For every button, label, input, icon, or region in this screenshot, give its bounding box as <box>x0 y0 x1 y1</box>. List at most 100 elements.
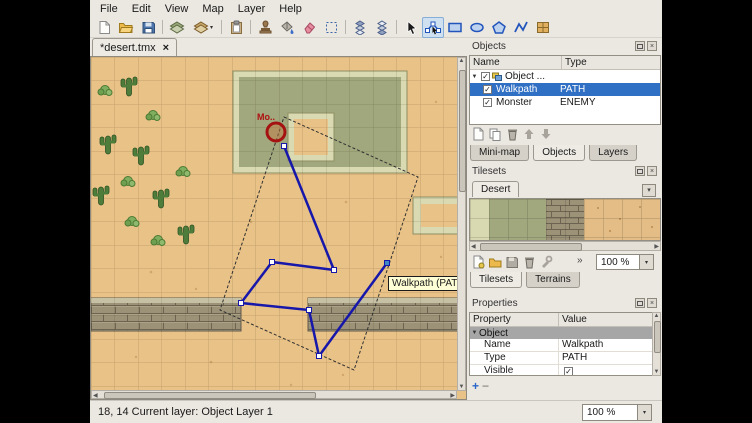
edit-polygons-tool[interactable] <box>422 17 444 38</box>
column-header-property[interactable]: Property <box>470 313 559 326</box>
insert-rectangle-tool[interactable] <box>444 17 466 38</box>
paste-button[interactable] <box>225 17 247 38</box>
document-tab[interactable]: *desert.tmx × <box>92 38 177 56</box>
zoom-value: 100 % <box>583 407 637 418</box>
float-dock-icon[interactable] <box>635 41 645 51</box>
select-objects-tool[interactable] <box>400 17 422 38</box>
property-row-type[interactable]: Type PATH <box>470 352 660 365</box>
object-row-walkpath[interactable]: ✓ Walkpath PATH <box>470 83 660 96</box>
expander-icon[interactable]: ▼ <box>470 330 479 336</box>
open-button[interactable] <box>115 17 137 38</box>
float-dock-icon[interactable] <box>635 298 645 308</box>
column-header-value[interactable]: Value <box>559 313 660 326</box>
rect-select-tool[interactable] <box>320 17 342 38</box>
eraser-tool[interactable] <box>298 17 320 38</box>
insert-tile-object-tool[interactable] <box>532 17 554 38</box>
new-map-button[interactable] <box>93 17 115 38</box>
menu-layer[interactable]: Layer <box>231 2 273 16</box>
tab-tilesets[interactable]: Tilesets <box>470 272 522 288</box>
property-group-row[interactable]: ▼ Object <box>470 327 660 339</box>
lower-object-button[interactable] <box>539 127 553 144</box>
object-type: PATH <box>560 84 660 95</box>
new-tileset-button[interactable] <box>471 255 485 272</box>
lower-layer-button[interactable] <box>371 17 393 38</box>
import-tileset-button[interactable] <box>488 255 502 272</box>
menu-file[interactable]: File <box>93 2 125 16</box>
properties-scrollbar[interactable]: ▲ ▼ <box>652 312 661 376</box>
object-row-monster[interactable]: ✓ Monster ENEMY <box>470 96 660 109</box>
tab-terrains[interactable]: Terrains <box>526 272 580 288</box>
menu-map[interactable]: Map <box>195 2 230 16</box>
tileset-horizontal-scrollbar[interactable]: ◀ ▶ <box>469 241 661 251</box>
tile-object-icon <box>535 20 551 35</box>
remove-property-button[interactable]: − <box>482 379 489 393</box>
chevron-down-icon[interactable]: ▾ <box>639 255 653 269</box>
column-header-type[interactable]: Type <box>562 56 660 69</box>
object-group-row[interactable]: ▼ ✓ Object ... <box>470 70 660 83</box>
raise-layer-button[interactable] <box>349 17 371 38</box>
tileset-zoom-combo[interactable]: 100 % ▾ <box>596 254 654 270</box>
insert-ellipse-tool[interactable] <box>466 17 488 38</box>
menu-edit[interactable]: Edit <box>125 2 158 16</box>
scroll-down-icon[interactable]: ▼ <box>653 369 660 375</box>
scroll-left-icon[interactable]: ◀ <box>471 243 476 250</box>
scroll-up-icon[interactable]: ▲ <box>653 313 660 319</box>
tab-minimap[interactable]: Mini-map <box>470 145 529 161</box>
delete-tileset-button[interactable] <box>522 255 536 272</box>
tab-objects[interactable]: Objects <box>533 145 585 161</box>
property-value[interactable]: PATH <box>559 352 660 364</box>
object-type: ENEMY <box>560 97 660 108</box>
tileset-tab-desert[interactable]: Desert <box>472 181 519 197</box>
raise-object-button[interactable] <box>522 127 536 144</box>
map-vertical-scrollbar[interactable]: ▲ ▼ <box>457 57 466 391</box>
add-property-button[interactable]: + <box>472 379 479 393</box>
tile-stamps-button[interactable]: ▾ <box>188 17 218 38</box>
bucket-fill-tool[interactable] <box>276 17 298 38</box>
scroll-down-icon[interactable]: ▼ <box>458 384 465 390</box>
objects-dock-buttons: × <box>635 41 657 51</box>
visibility-checkbox[interactable]: ✓ <box>481 72 490 81</box>
scroll-left-icon[interactable]: ◀ <box>93 392 98 399</box>
scroll-right-icon[interactable]: ▶ <box>450 392 455 399</box>
arrow-down-icon <box>539 127 553 141</box>
float-dock-icon[interactable] <box>635 166 645 176</box>
scroll-up-icon[interactable]: ▲ <box>458 58 465 64</box>
map-properties-button[interactable] <box>166 17 188 38</box>
visibility-checkbox[interactable]: ✓ <box>483 85 492 94</box>
close-dock-icon[interactable]: × <box>647 41 657 51</box>
monster-object-marker[interactable] <box>267 123 285 141</box>
export-tileset-button[interactable] <box>505 255 519 272</box>
tileset-view[interactable] <box>469 198 661 241</box>
zoom-combo[interactable]: 100 % ▾ <box>582 404 652 421</box>
copy-icon <box>488 127 502 141</box>
visible-checkbox[interactable]: ✓ <box>564 367 573 376</box>
property-row-name[interactable]: Name Walkpath <box>470 339 660 352</box>
tileset-menu-dropdown[interactable]: ▾ <box>642 184 656 197</box>
visibility-checkbox[interactable]: ✓ <box>483 98 492 107</box>
column-header-name[interactable]: Name <box>470 56 562 69</box>
close-dock-icon[interactable]: × <box>647 298 657 308</box>
close-dock-icon[interactable]: × <box>647 166 657 176</box>
toolbar-overflow-icon[interactable]: » <box>577 255 583 266</box>
property-row-visible[interactable]: Visible ✓ <box>470 365 660 376</box>
map-canvas[interactable] <box>91 57 458 391</box>
save-button[interactable] <box>137 17 159 38</box>
insert-polygon-tool[interactable] <box>488 17 510 38</box>
new-object-button[interactable] <box>471 127 485 144</box>
insert-polyline-tool[interactable] <box>510 17 532 38</box>
delete-object-button[interactable] <box>505 127 519 144</box>
stamp-brush-tool[interactable] <box>254 17 276 38</box>
tab-layers[interactable]: Layers <box>589 145 637 161</box>
property-value[interactable]: Walkpath <box>559 339 660 351</box>
close-tab-icon[interactable]: × <box>163 42 169 54</box>
toolbar-separator <box>345 20 346 34</box>
menu-help[interactable]: Help <box>272 2 309 16</box>
map-horizontal-scrollbar[interactable]: ◀ ▶ <box>91 390 457 399</box>
menu-view[interactable]: View <box>158 2 196 16</box>
expander-icon[interactable]: ▼ <box>470 74 479 80</box>
tileset-properties-button[interactable] <box>539 255 553 272</box>
scroll-right-icon[interactable]: ▶ <box>654 243 659 250</box>
chevron-down-icon[interactable]: ▾ <box>637 405 651 420</box>
layers-down-icon <box>374 20 390 35</box>
duplicate-object-button[interactable] <box>488 127 502 144</box>
